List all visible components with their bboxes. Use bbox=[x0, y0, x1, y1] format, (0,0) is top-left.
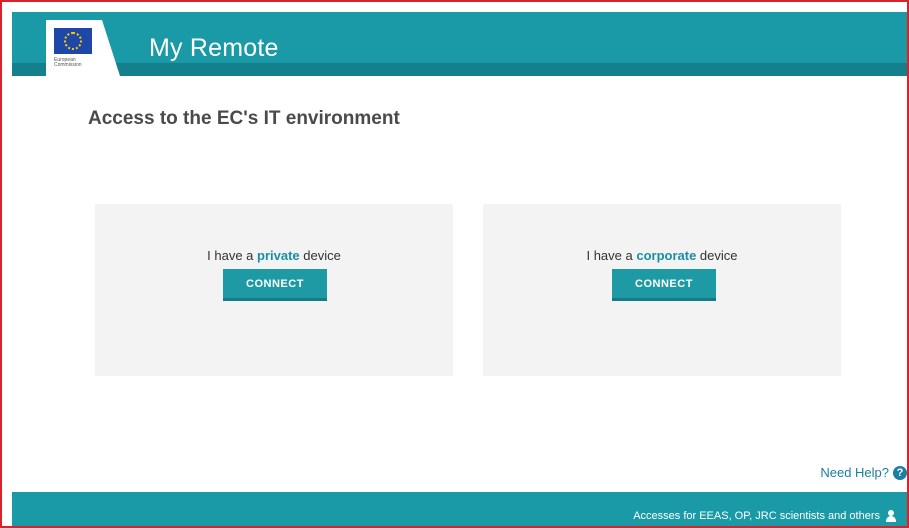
corporate-device-text: I have a corporate device bbox=[483, 248, 841, 263]
connect-corporate-button[interactable]: CONNECT bbox=[612, 269, 716, 301]
corporate-device-panel: I have a corporate device CONNECT bbox=[483, 204, 841, 376]
private-device-text: I have a private device bbox=[95, 248, 453, 263]
logo-text: European Commission bbox=[54, 57, 82, 68]
corporate-device-prefix: I have a bbox=[586, 248, 637, 263]
page-title: Access to the EC's IT environment bbox=[88, 108, 400, 129]
private-device-suffix: device bbox=[299, 248, 341, 263]
user-icon bbox=[885, 510, 897, 522]
private-device-panel: I have a private device CONNECT bbox=[95, 204, 453, 376]
other-accesses-label: Accesses for EEAS, OP, JRC scientists an… bbox=[633, 510, 880, 522]
eu-stars-icon bbox=[64, 32, 82, 50]
other-accesses-link[interactable]: Accesses for EEAS, OP, JRC scientists an… bbox=[633, 510, 897, 522]
app-header: European Commission My Remote bbox=[12, 12, 907, 76]
need-help-link[interactable]: Need Help? ? bbox=[820, 465, 907, 480]
private-device-prefix: I have a bbox=[207, 248, 258, 263]
corporate-device-highlight: corporate bbox=[636, 248, 697, 263]
corporate-device-suffix: device bbox=[696, 248, 738, 263]
question-circle-icon: ? bbox=[893, 465, 907, 480]
connect-private-button[interactable]: CONNECT bbox=[223, 269, 327, 301]
eu-flag-icon bbox=[54, 28, 92, 54]
ec-logo[interactable]: European Commission bbox=[46, 20, 102, 76]
private-device-highlight: private bbox=[257, 248, 300, 263]
app-title: My Remote bbox=[149, 34, 279, 62]
logo-shard-icon bbox=[102, 20, 120, 76]
page-frame: European Commission My Remote Access to … bbox=[0, 0, 909, 528]
app-footer: Accesses for EEAS, OP, JRC scientists an… bbox=[12, 492, 907, 526]
header-band bbox=[12, 63, 907, 76]
need-help-label: Need Help? bbox=[820, 465, 889, 480]
